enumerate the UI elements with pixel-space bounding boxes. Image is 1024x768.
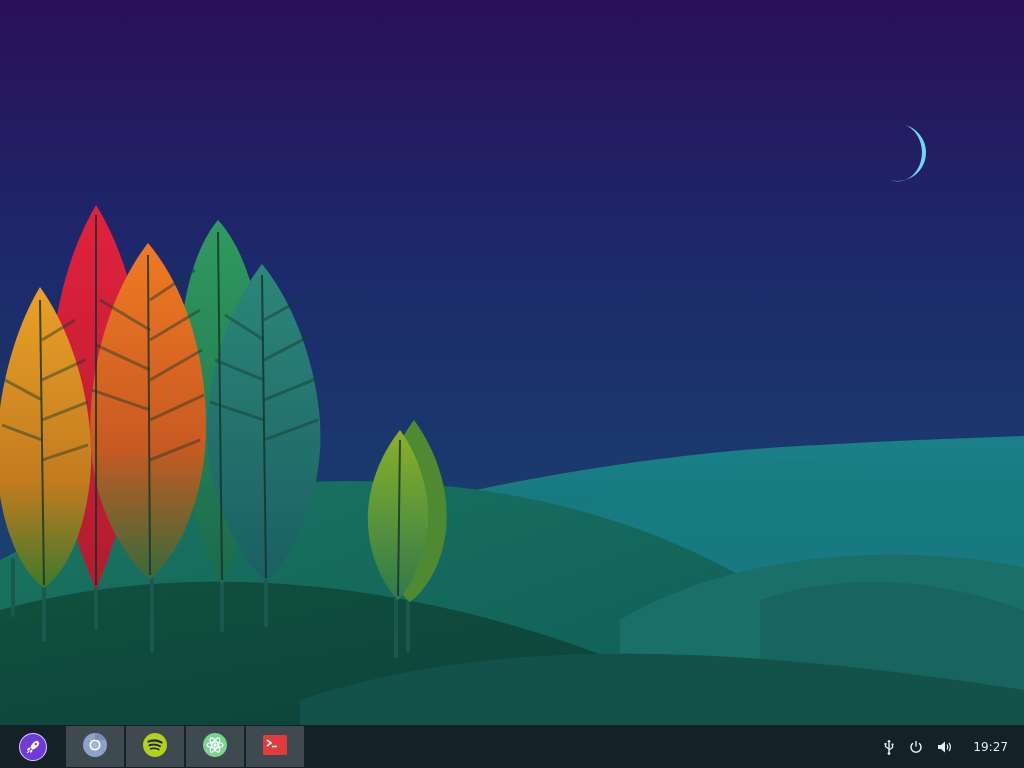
taskbar-item-terminal[interactable] <box>246 726 304 767</box>
taskbar-item-chromium[interactable] <box>66 726 124 767</box>
rocket-launcher-icon <box>19 732 47 761</box>
spotify-icon <box>142 732 168 762</box>
desktop-wallpaper <box>0 0 1024 768</box>
volume-icon[interactable] <box>937 740 953 754</box>
clock[interactable]: 19:27 <box>973 740 1008 754</box>
chromium-icon <box>82 732 108 762</box>
taskbar-item-atom[interactable] <box>186 726 244 767</box>
taskbar-item-spotify[interactable] <box>126 726 184 767</box>
taskbar: 19:27 <box>0 725 1024 768</box>
usb-icon[interactable] <box>883 739 895 755</box>
system-tray: 19:27 <box>883 725 1024 768</box>
terminal-icon <box>262 734 288 760</box>
atom-icon <box>202 732 228 762</box>
power-icon[interactable] <box>909 740 923 754</box>
launcher-button[interactable] <box>0 725 66 768</box>
